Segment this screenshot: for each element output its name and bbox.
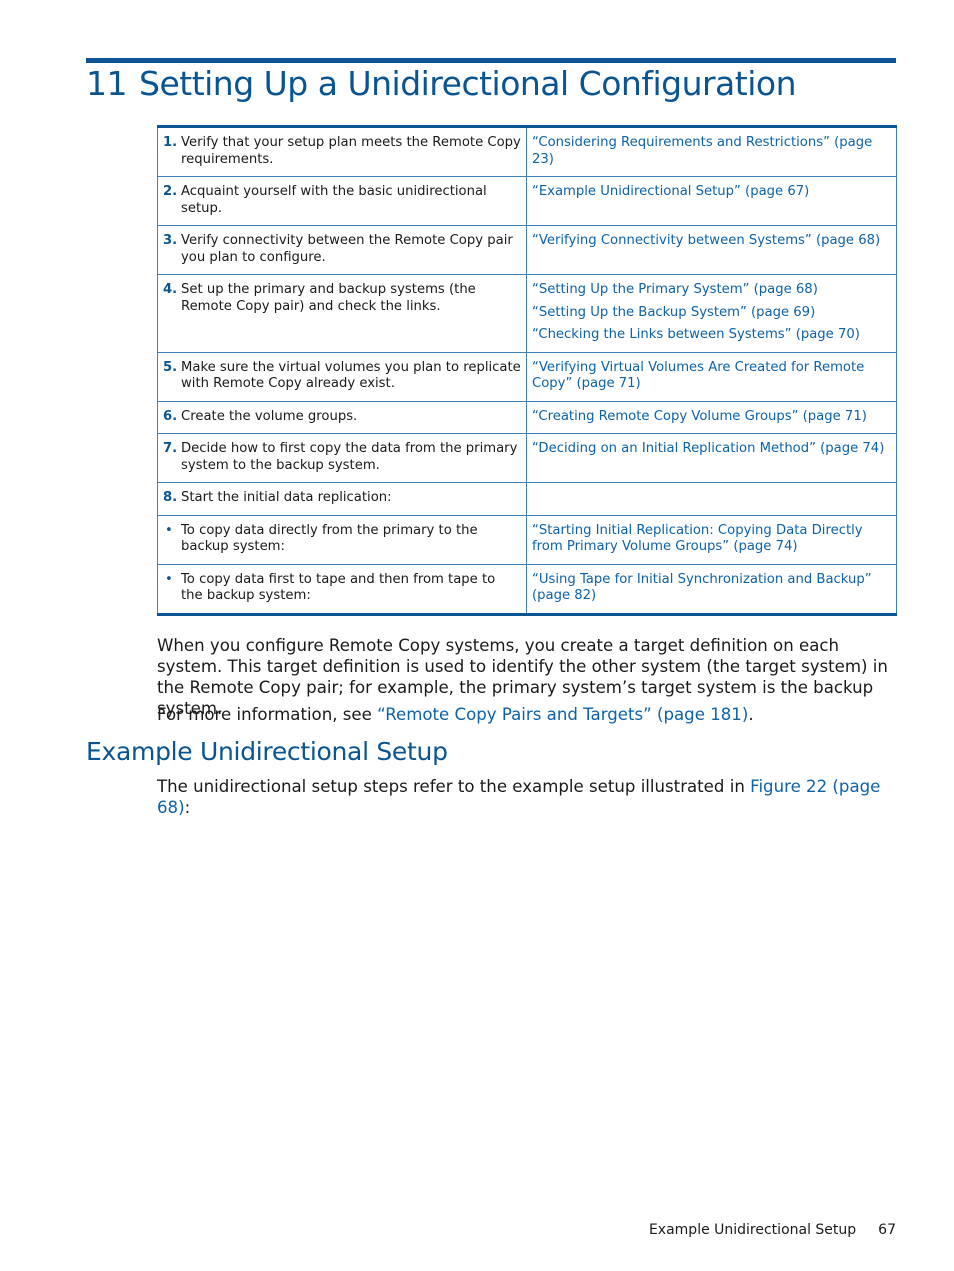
reference-link[interactable]: “Deciding on an Initial Replication Meth… — [532, 441, 891, 458]
table-row: 4. Set up the primary and backup systems … — [157, 274, 897, 353]
reference-link[interactable]: “Considering Requirements and Restrictio… — [532, 135, 891, 168]
reference-link[interactable]: “Starting Initial Replication: Copying D… — [532, 523, 891, 556]
step-number: 7. — [163, 441, 178, 456]
step-content: 5. Make sure the virtual volumes you plan… — [163, 360, 521, 393]
reference-cell: “Verifying Connectivity between Systems”… — [526, 225, 897, 275]
step-number: 2. — [163, 184, 178, 199]
chapter-number: 11 — [86, 64, 128, 103]
reference-link[interactable]: “Checking the Links between Systems” (pa… — [532, 327, 891, 344]
step-text: To copy data first to tape and then from… — [181, 571, 496, 604]
bullet-icon: • — [165, 522, 173, 538]
step-content: • To copy data directly from the primary … — [163, 523, 521, 556]
reference-link[interactable]: “Verifying Connectivity between Systems”… — [532, 233, 891, 250]
table-row: 1. Verify that your setup plan meets the … — [157, 126, 897, 177]
reference-link[interactable]: “Example Unidirectional Setup” (page 67) — [532, 184, 891, 201]
reference-cell: “Example Unidirectional Setup” (page 67) — [526, 176, 897, 226]
step-text: Set up the primary and backup systems (t… — [181, 282, 476, 314]
step-cell: 5. Make sure the virtual volumes you plan… — [157, 351, 527, 402]
step-content: 4. Set up the primary and backup systems … — [163, 282, 521, 315]
step-content: 3. Verify connectivity between the Remote… — [163, 233, 521, 266]
step-text: Create the volume groups. — [181, 408, 358, 424]
more-info-suffix: . — [748, 705, 754, 724]
page-number: 67 — [878, 1222, 896, 1238]
step-number: 5. — [163, 359, 178, 375]
step-cell: 3. Verify connectivity between the Remote… — [157, 225, 527, 275]
reference-link[interactable]: “Creating Remote Copy Volume Groups” (pa… — [532, 409, 891, 426]
section-intro-suffix: : — [184, 798, 191, 817]
remote-copy-pairs-link[interactable]: “Remote Copy Pairs and Targets” (page 18… — [377, 705, 748, 724]
table-row: 5. Make sure the virtual volumes you plan… — [157, 351, 897, 402]
section-intro-paragraph: The unidirectional setup steps refer to … — [157, 776, 897, 818]
table-row: 8. Start the initial data replication: — [157, 482, 897, 516]
step-content: 7. Decide how to first copy the data from… — [163, 441, 521, 474]
step-cell: 7. Decide how to first copy the data from… — [157, 433, 527, 483]
step-text: Acquaint yourself with the basic unidire… — [181, 184, 487, 216]
table-row: 6. Create the volume groups. “Creating Rem… — [157, 400, 897, 434]
reference-cell: “Starting Initial Replication: Copying D… — [526, 514, 897, 565]
reference-link[interactable]: “Using Tape for Initial Synchronization … — [532, 572, 891, 605]
step-number: 8. — [163, 490, 178, 505]
reference-cell: “Using Tape for Initial Synchronization … — [526, 563, 897, 615]
table-row: • To copy data first to tape and then fro… — [157, 563, 897, 615]
page-footer: Example Unidirectional Setup 67 — [649, 1222, 896, 1238]
reference-cell — [526, 482, 897, 516]
step-text: Decide how to first copy the data from t… — [181, 441, 518, 473]
chapter-title-text: Setting Up a Unidirectional Configuratio… — [139, 64, 796, 103]
table-row: • To copy data directly from the primary … — [157, 514, 897, 565]
step-number: 1. — [163, 135, 178, 150]
step-number: 4. — [163, 282, 178, 297]
step-cell: 4. Set up the primary and backup systems … — [157, 274, 527, 353]
step-number: 6. — [163, 408, 178, 424]
more-info-paragraph: For more information, see “Remote Copy P… — [157, 704, 897, 725]
reference-link[interactable]: “Setting Up the Backup System” (page 69) — [532, 305, 891, 322]
bullet-icon: • — [165, 571, 173, 587]
step-number: 3. — [163, 233, 178, 248]
reference-cell: “Creating Remote Copy Volume Groups” (pa… — [526, 400, 897, 434]
step-cell: 8. Start the initial data replication: — [157, 482, 527, 516]
step-cell: • To copy data directly from the primary … — [157, 514, 527, 565]
reference-cell: “Deciding on an Initial Replication Meth… — [526, 433, 897, 483]
step-text: Verify connectivity between the Remote C… — [181, 233, 513, 265]
section-title: Example Unidirectional Setup — [86, 737, 448, 766]
step-text: Verify that your setup plan meets the Re… — [181, 135, 521, 167]
step-content: 1. Verify that your setup plan meets the … — [163, 135, 521, 168]
step-cell: • To copy data first to tape and then fro… — [157, 563, 527, 615]
chapter-title: 11 Setting Up a Unidirectional Configurat… — [86, 64, 796, 103]
step-text: To copy data directly from the primary t… — [181, 522, 478, 555]
step-cell: 2. Acquaint yourself with the basic unidi… — [157, 176, 527, 226]
reference-cell: “Setting Up the Primary System” (page 68… — [526, 274, 897, 353]
step-text: Start the initial data replication: — [181, 490, 392, 505]
step-cell: 6. Create the volume groups. — [157, 400, 527, 434]
section-intro-prefix: The unidirectional setup steps refer to … — [157, 777, 751, 796]
step-content: 6. Create the volume groups. — [163, 409, 521, 426]
setup-steps-table: 1. Verify that your setup plan meets the … — [157, 125, 897, 616]
table-row: 7. Decide how to first copy the data from… — [157, 433, 897, 483]
reference-cell: “Considering Requirements and Restrictio… — [526, 126, 897, 177]
reference-cell: “Verifying Virtual Volumes Are Created f… — [526, 351, 897, 402]
step-text: Make sure the virtual volumes you plan t… — [181, 359, 521, 392]
step-content: • To copy data first to tape and then fro… — [163, 572, 521, 605]
reference-link[interactable]: “Setting Up the Primary System” (page 68… — [532, 282, 891, 299]
step-content: 2. Acquaint yourself with the basic unidi… — [163, 184, 521, 217]
table-row: 2. Acquaint yourself with the basic unidi… — [157, 176, 897, 226]
chapter-top-rule — [86, 58, 896, 63]
table-row: 3. Verify connectivity between the Remote… — [157, 225, 897, 275]
reference-link[interactable]: “Verifying Virtual Volumes Are Created f… — [532, 360, 891, 393]
more-info-prefix: For more information, see — [157, 705, 378, 724]
footer-section-name: Example Unidirectional Setup — [648, 1222, 857, 1238]
step-content: 8. Start the initial data replication: — [163, 490, 521, 507]
step-cell: 1. Verify that your setup plan meets the … — [157, 126, 527, 177]
